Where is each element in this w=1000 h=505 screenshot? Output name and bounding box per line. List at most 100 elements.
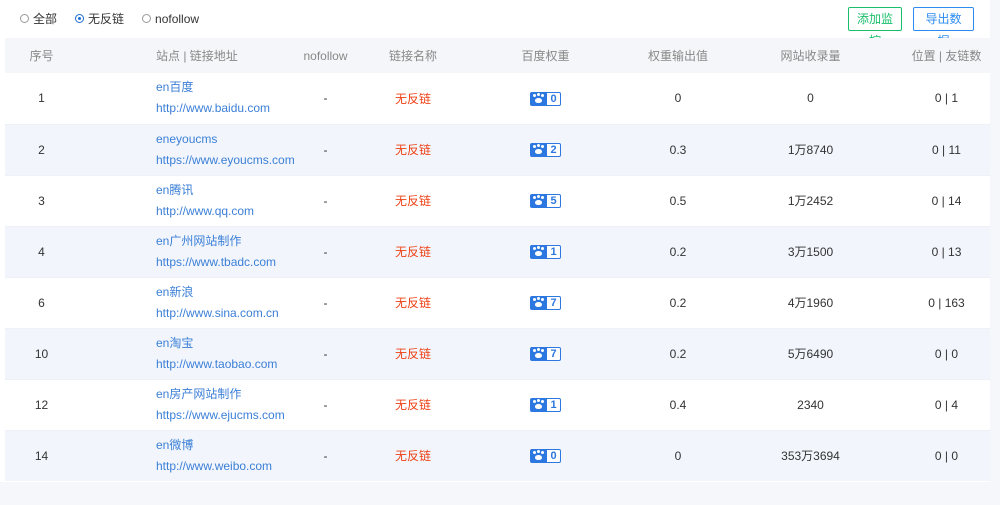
add-monitor-button[interactable]: 添加监控 — [848, 7, 902, 48]
link-name-status: 无反链 — [373, 225, 453, 277]
baidu-paw-icon — [530, 91, 547, 106]
row-index: 12 — [5, 378, 78, 430]
site-name-link[interactable]: en新浪 — [156, 282, 278, 303]
position-cell: 0 | 0 — [903, 327, 990, 379]
baidu-rank-value: 7 — [547, 346, 561, 361]
site-name-link[interactable]: eneyoucms — [156, 129, 278, 150]
baidu-rank-badge[interactable]: 1 — [530, 244, 561, 259]
row-index: 3 — [5, 174, 78, 226]
nofollow-cell: - — [278, 276, 373, 328]
row-index: 1 — [38, 91, 45, 106]
nofollow-cell: - — [278, 429, 373, 481]
column-header-baidu-rank: 百度权重 — [521, 49, 570, 63]
site-cell: eneyoucms https://www.eyoucms.com — [78, 123, 295, 175]
site-url-link[interactable]: http://www.weibo.com — [156, 456, 278, 477]
site-name-link[interactable]: en腾讯 — [156, 180, 278, 201]
link-name-status: 无反链 — [373, 123, 453, 175]
nofollow-cell: - — [323, 91, 328, 106]
site-cell: en房产网站制作 https://www.ejucms.com — [78, 378, 285, 430]
link-name-status: 无反链 — [394, 91, 431, 106]
site-name-link[interactable]: en淘宝 — [156, 333, 278, 354]
baidu-rank-cell: 7 — [453, 276, 638, 328]
filter-no-backlink-radio[interactable]: 无反链 — [75, 10, 124, 27]
baidu-rank-badge[interactable]: 1 — [530, 397, 561, 412]
baidu-paw-icon — [530, 244, 547, 259]
position-cell: 0 | 11 — [903, 123, 990, 175]
site-url-link[interactable]: https://www.tbadc.com — [156, 252, 278, 273]
site-url-link[interactable]: https://www.eyoucms.com — [156, 150, 295, 171]
indexed-count-cell: 0 — [807, 91, 814, 106]
position-cell: 0 | 1 — [934, 91, 959, 106]
filter-all-radio[interactable]: 全部 — [20, 10, 57, 27]
column-header-link-name: 链接名称 — [388, 49, 437, 63]
weight-out-cell: 0.4 — [638, 378, 718, 430]
site-name-link[interactable]: en微博 — [156, 435, 278, 456]
row-index: 10 — [5, 327, 78, 379]
row-index: 4 — [5, 225, 78, 277]
filter-no-backlink-label: 无反链 — [88, 12, 125, 26]
baidu-paw-icon — [530, 193, 547, 208]
site-url-link[interactable]: http://www.taobao.com — [156, 354, 278, 375]
nofollow-cell: - — [278, 378, 373, 430]
position-cell: 0 | 13 — [903, 225, 990, 277]
baidu-rank-cell: 1 — [453, 378, 638, 430]
filter-nofollow-label: nofollow — [155, 11, 200, 26]
filter-all-label: 全部 — [33, 12, 58, 26]
indexed-count-cell: 1万8740 — [718, 123, 903, 175]
baidu-rank-value: 5 — [547, 193, 561, 208]
toolbar: 全部 无反链 nofollow 添加监控 导出数据 — [0, 0, 990, 48]
link-name-status: 无反链 — [373, 174, 453, 226]
baidu-rank-cell: 5 — [453, 174, 638, 226]
indexed-count-cell: 3万1500 — [718, 225, 903, 277]
table-row: 10 en淘宝 http://www.taobao.com - 无反链 7 0.… — [5, 327, 990, 379]
radio-circle-checked-icon[interactable] — [75, 14, 85, 23]
indexed-count-cell: 353万3694 — [718, 429, 903, 481]
nofollow-cell: - — [278, 225, 373, 277]
baidu-paw-icon — [530, 397, 547, 412]
indexed-count-cell: 2340 — [718, 378, 903, 430]
weight-out-cell: 0.2 — [638, 276, 718, 328]
site-url-link[interactable]: http://www.sina.com.cn — [156, 303, 279, 324]
weight-out-cell: 0.3 — [638, 123, 718, 175]
table-row: 3 en腾讯 http://www.qq.com - 无反链 5 0.5 1万2… — [5, 174, 990, 226]
baidu-rank-badge[interactable]: 0 — [530, 449, 561, 464]
site-url-link[interactable]: http://www.baidu.com — [156, 98, 278, 119]
indexed-count-cell: 1万2452 — [718, 174, 903, 226]
radio-circle-icon[interactable] — [142, 14, 152, 23]
links-table: 序号 站点 | 链接地址 nofollow 链接名称 百度权重 权重输出值 网站… — [5, 38, 990, 481]
baidu-rank-cell: 0 — [453, 73, 638, 124]
export-data-button[interactable]: 导出数据 — [913, 7, 974, 48]
site-name-link[interactable]: en房产网站制作 — [156, 384, 278, 405]
table-row: 6 en新浪 http://www.sina.com.cn - 无反链 7 0.… — [5, 276, 990, 328]
baidu-rank-badge[interactable]: 7 — [530, 295, 561, 310]
site-cell: en新浪 http://www.sina.com.cn — [78, 276, 279, 328]
site-url-link[interactable]: http://www.qq.com — [156, 201, 278, 222]
baidu-rank-value: 1 — [547, 397, 561, 412]
position-cell: 0 | 163 — [903, 276, 990, 328]
baidu-rank-cell: 1 — [453, 225, 638, 277]
radio-circle-icon[interactable] — [20, 14, 29, 23]
site-name-link[interactable]: en广州网站制作 — [156, 231, 278, 252]
table-row: 14 en微博 http://www.weibo.com - 无反链 0 0 3… — [5, 429, 990, 481]
baidu-rank-badge[interactable]: 7 — [530, 346, 561, 361]
baidu-rank-badge[interactable]: 2 — [530, 142, 561, 157]
weight-out-cell: 0.2 — [638, 327, 718, 379]
filter-radio-group: 全部 无反链 nofollow — [20, 10, 217, 27]
link-name-status: 无反链 — [373, 429, 453, 481]
site-name-link[interactable]: en百度 — [156, 77, 278, 98]
baidu-rank-badge[interactable]: 5 — [530, 193, 561, 208]
filter-nofollow-radio[interactable]: nofollow — [142, 12, 199, 26]
indexed-count-cell: 5万6490 — [718, 327, 903, 379]
position-cell: 0 | 14 — [903, 174, 990, 226]
baidu-rank-badge[interactable]: 0 — [530, 91, 561, 106]
table-row: 1 en百度 http://www.baidu.com - 无反链 0 0 0 … — [5, 73, 990, 124]
site-cell: en广州网站制作 https://www.tbadc.com — [78, 225, 278, 277]
baidu-paw-icon — [530, 449, 547, 464]
position-cell: 0 | 0 — [903, 429, 990, 481]
site-url-link[interactable]: https://www.ejucms.com — [156, 405, 285, 426]
table-row: 4 en广州网站制作 https://www.tbadc.com - 无反链 1… — [5, 225, 990, 277]
table-row: 2 eneyoucms https://www.eyoucms.com - 无反… — [5, 123, 990, 175]
column-header-nofollow: nofollow — [303, 48, 348, 63]
table-row: 12 en房产网站制作 https://www.ejucms.com - 无反链… — [5, 378, 990, 430]
table-header-row: 序号 站点 | 链接地址 nofollow 链接名称 百度权重 权重输出值 网站… — [5, 38, 990, 73]
